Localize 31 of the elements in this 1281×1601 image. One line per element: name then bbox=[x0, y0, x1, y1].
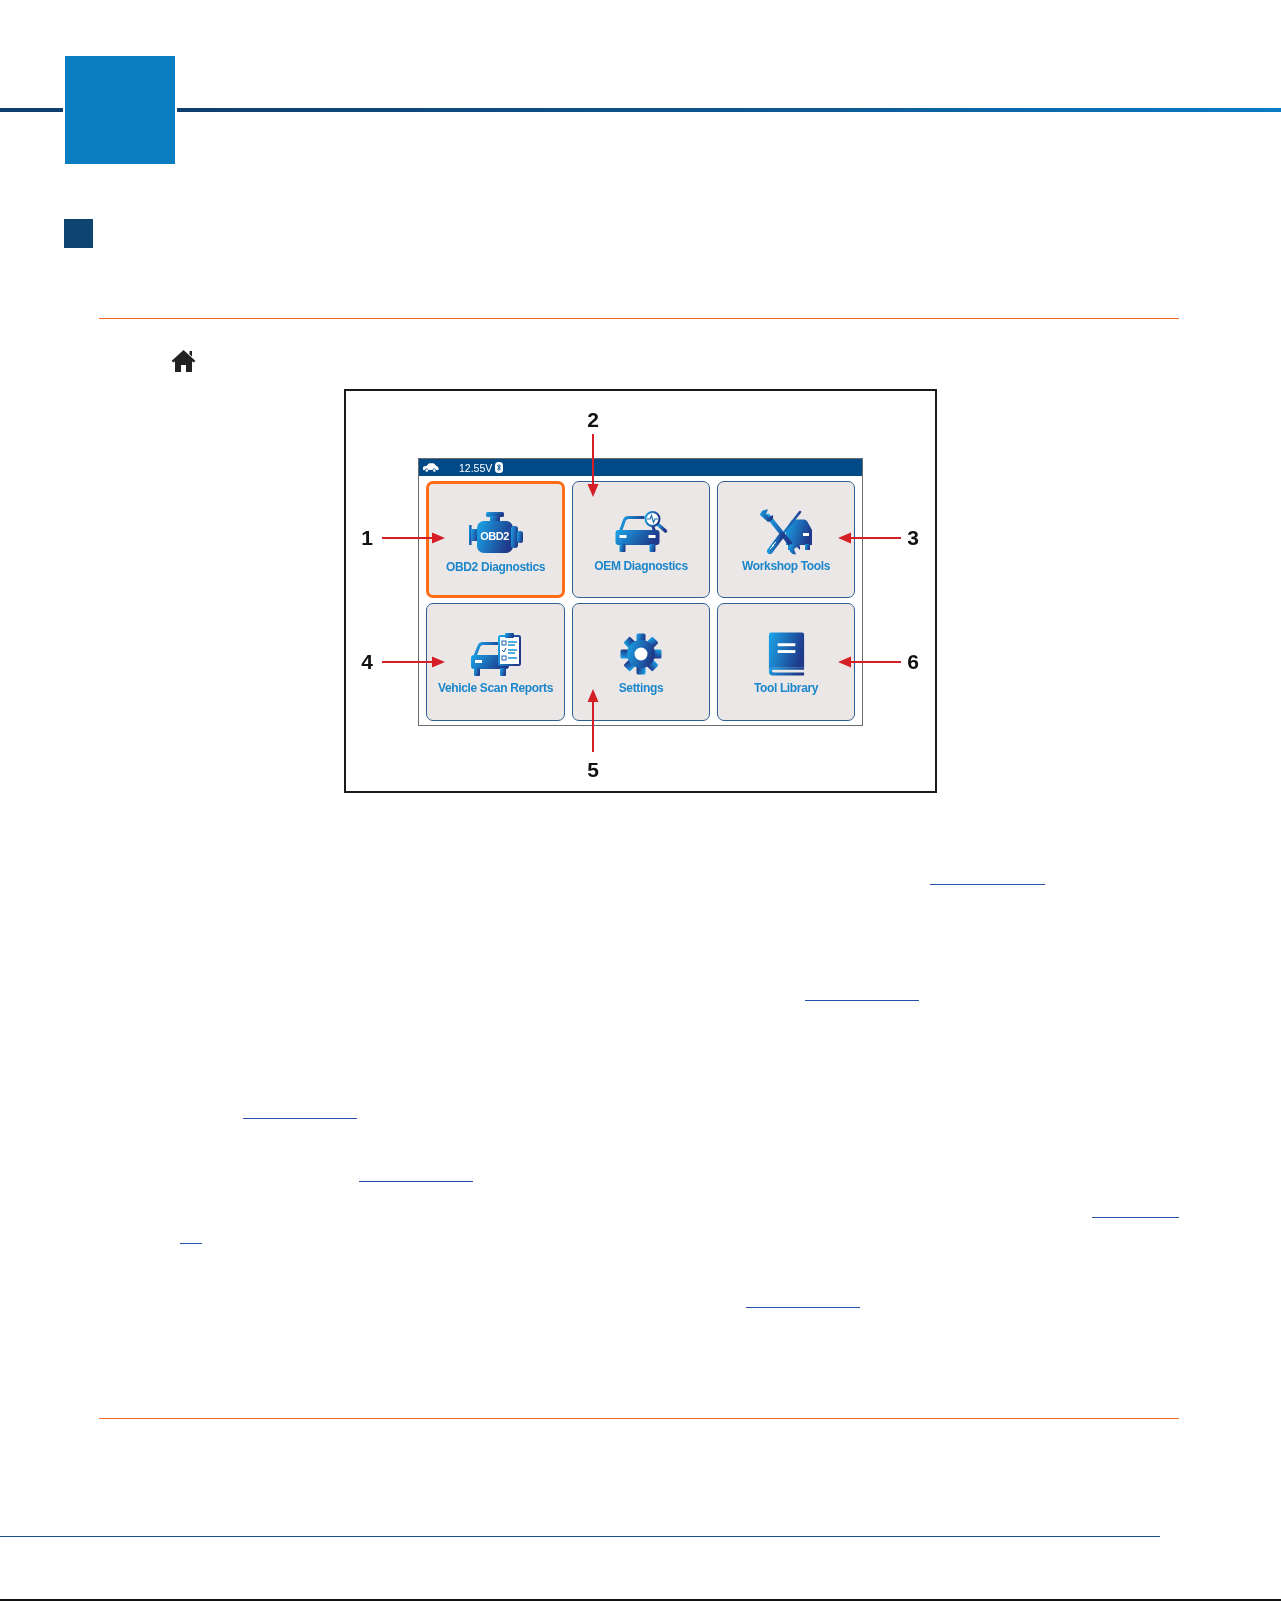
menu-tile[interactable]: Vehicle Scan Reports bbox=[426, 603, 565, 721]
engine-badge-text: OBD2 bbox=[479, 529, 510, 542]
callout-arrow bbox=[587, 689, 599, 752]
menu-tile[interactable]: OEM Diagnostics bbox=[572, 481, 710, 598]
car-magnifier-icon bbox=[613, 511, 669, 553]
callout-arrow bbox=[838, 656, 901, 668]
book-icon bbox=[767, 632, 805, 676]
callout-arrow bbox=[382, 532, 445, 544]
voltage-reading: 12.55V bbox=[459, 461, 493, 474]
car-clipboard-icon bbox=[469, 631, 522, 677]
callout-number: 1 bbox=[361, 527, 373, 549]
menu-tile[interactable]: Settings bbox=[572, 603, 710, 721]
callout-number: 5 bbox=[587, 759, 599, 781]
callout-number: 4 bbox=[361, 651, 373, 673]
callout-arrow bbox=[382, 656, 445, 668]
callout-number: 6 bbox=[907, 651, 919, 673]
section-marker bbox=[64, 219, 93, 248]
callout-number: 3 bbox=[907, 527, 919, 549]
menu-tile[interactable]: OBD2 OBD2 Diagnostics bbox=[426, 481, 565, 598]
link-underline bbox=[180, 1243, 202, 1244]
callout-arrow bbox=[838, 532, 901, 544]
callout-arrow bbox=[587, 434, 599, 497]
callout-number: 2 bbox=[587, 409, 599, 431]
menu-tile[interactable]: Tool Library bbox=[717, 603, 855, 721]
wrench-screwdriver-car-icon bbox=[759, 509, 813, 555]
bluetooth-icon bbox=[495, 462, 504, 473]
home-icon bbox=[171, 349, 196, 372]
settings-icon bbox=[620, 633, 662, 675]
menu-tile[interactable]: Workshop Tools bbox=[717, 481, 855, 598]
engine-icon bbox=[467, 510, 524, 555]
car-icon bbox=[422, 463, 439, 472]
